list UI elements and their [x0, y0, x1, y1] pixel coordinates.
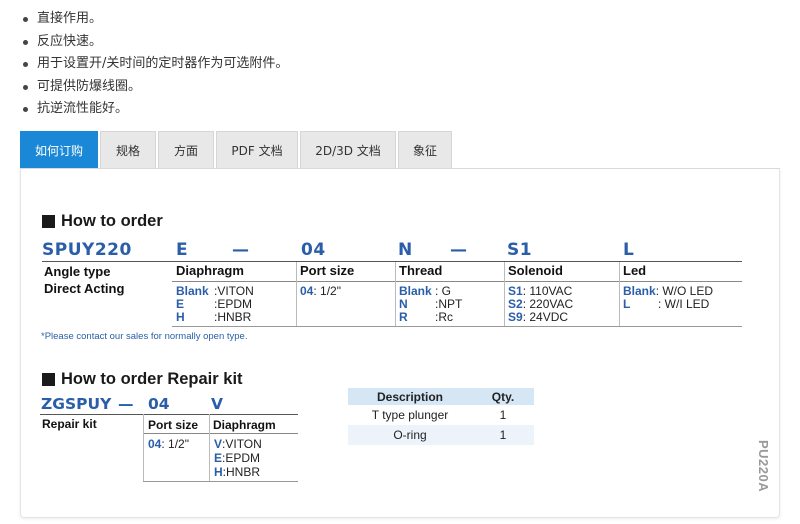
repair-kit-heading: How to order Repair kit	[42, 370, 243, 389]
order-code-thread: N	[398, 240, 413, 260]
repair-port-header: Port size	[148, 418, 199, 432]
thread-header: Thread	[399, 263, 443, 278]
repair-code-dash: —	[118, 395, 134, 413]
feature-item: 用于设置开/关时间的定时器作为可选附件。	[20, 53, 288, 76]
tab-2d3d-documents[interactable]: 2D/3D 文档	[300, 131, 396, 168]
order-code-solenoid: S1	[507, 240, 533, 260]
tab-specifications[interactable]: 规格	[100, 131, 156, 168]
repair-code-port: 04	[148, 395, 170, 413]
tab-bar: 如何订购 规格 方面 PDF 文档 2D/3D 文档 象征	[20, 131, 452, 168]
thread-option: R:Rc	[399, 310, 453, 324]
column-divider	[395, 262, 396, 326]
order-code-dash: —	[232, 240, 250, 260]
diaphragm-option: H:HNBR	[176, 310, 252, 324]
how-to-order-heading: How to order	[42, 212, 163, 231]
led-option: L: W/I LED	[623, 297, 710, 311]
feature-item: 可提供防爆线圈。	[20, 76, 288, 99]
how-to-order-title: How to order	[61, 212, 163, 230]
angle-type-label: Angle type	[44, 264, 111, 279]
repair-diaphragm-option: V:VITON	[214, 437, 262, 451]
column-divider	[143, 414, 144, 481]
description-cell: O-ring	[348, 425, 472, 445]
square-bullet-icon	[42, 373, 55, 386]
tab-how-to-order[interactable]: 如何订购	[20, 131, 98, 168]
qty-header: Qty.	[472, 388, 534, 405]
port-option: 04: 1/2"	[300, 284, 341, 298]
order-code-dash: —	[450, 240, 468, 260]
repair-code-diaphragm: V	[211, 395, 223, 413]
normally-open-note: *Please contact our sales for normally o…	[41, 331, 248, 342]
description-header: Description	[348, 388, 472, 405]
divider	[42, 261, 742, 262]
qty-cell: 1	[472, 425, 534, 445]
repair-diaphragm-option: E:EPDM	[214, 451, 261, 465]
model-side-tag: PU220A	[755, 440, 775, 500]
repair-port-option: 04: 1/2"	[148, 437, 189, 451]
divider	[143, 433, 298, 434]
table-row: T type plunger 1	[348, 405, 534, 425]
model-side-tag-text: PU220A	[756, 440, 771, 493]
table-row: O-ring 1	[348, 425, 534, 445]
feature-list: 直接作用。 反应快速。 用于设置开/关时间的定时器作为可选附件。 可提供防爆线圈…	[20, 8, 288, 121]
solenoid-option: S9: 24VDC	[508, 310, 569, 324]
repair-parts-table: Description Qty. T type plunger 1 O-ring…	[348, 388, 534, 445]
column-divider	[619, 262, 620, 326]
repair-kit-title: How to order Repair kit	[61, 370, 243, 388]
feature-item: 抗逆流性能好。	[20, 98, 288, 121]
divider	[172, 326, 742, 327]
feature-item: 直接作用。	[20, 8, 288, 31]
divider	[40, 414, 298, 415]
tab-pdf-documents[interactable]: PDF 文档	[216, 131, 298, 168]
repair-diaphragm-header: Diaphragm	[213, 418, 276, 432]
tab-symbol[interactable]: 象征	[398, 131, 452, 168]
solenoid-header: Solenoid	[508, 263, 563, 278]
repair-kit-label: Repair kit	[42, 417, 97, 431]
square-bullet-icon	[42, 215, 55, 228]
repair-diaphragm-option: H:HNBR	[214, 465, 261, 479]
direct-acting-label: Direct Acting	[44, 281, 125, 296]
order-code-model: SPUY220	[42, 240, 132, 260]
divider	[172, 281, 742, 282]
port-size-header: Port size	[300, 263, 355, 278]
led-header: Led	[623, 263, 647, 278]
table-header-row: Description Qty.	[348, 388, 534, 405]
feature-item: 反应快速。	[20, 31, 288, 54]
tab-dimensions[interactable]: 方面	[158, 131, 214, 168]
qty-cell: 1	[499, 408, 507, 422]
divider	[143, 481, 298, 482]
column-divider	[296, 262, 297, 326]
order-code-port: 04	[301, 240, 326, 260]
description-cell: T type plunger	[371, 408, 449, 422]
order-code-led: L	[623, 240, 635, 260]
diaphragm-header: Diaphragm	[176, 263, 244, 278]
column-divider	[504, 262, 505, 326]
order-code-diaphragm: E	[176, 240, 189, 260]
repair-code-model: ZGSPUY	[41, 395, 112, 413]
column-divider	[209, 414, 210, 481]
